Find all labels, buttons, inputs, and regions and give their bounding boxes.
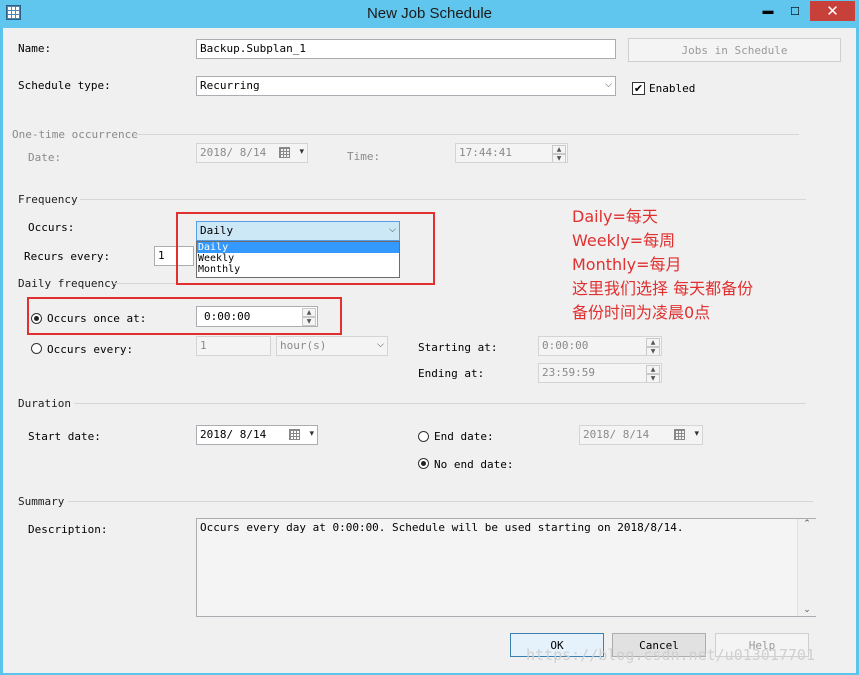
start-date-label: Start date:: [28, 430, 101, 443]
spin-up-icon[interactable]: ▲: [646, 365, 660, 374]
schedule-type-value: Recurring: [200, 79, 260, 92]
spin-down-icon[interactable]: ▼: [552, 154, 566, 162]
occurs-every-radio[interactable]: [31, 343, 42, 354]
frequency-divider: [80, 199, 806, 200]
schedule-type-select[interactable]: Recurring ⌵: [196, 76, 616, 96]
calendar-icon: [674, 429, 685, 440]
ending-at-value: 23:59:59: [542, 366, 595, 379]
spin-buttons[interactable]: ▲ ▼: [646, 365, 660, 382]
one-time-date-picker[interactable]: 2018/ 8/14 ▾: [196, 143, 308, 163]
spin-down-icon[interactable]: ▼: [646, 374, 660, 382]
calendar-icon: [279, 147, 290, 158]
spin-up-icon[interactable]: ▲: [552, 145, 566, 154]
spin-up-icon[interactable]: ▲: [646, 338, 660, 347]
watermark: https://blog.csdn.net/u013017701: [526, 646, 815, 664]
end-date-picker[interactable]: 2018/ 8/14 ▾: [579, 425, 703, 445]
occurs-every-unit-select[interactable]: hour(s) ⌵: [276, 336, 388, 356]
date-label: Date:: [28, 151, 62, 164]
start-date-picker[interactable]: 2018/ 8/14 ▾: [196, 425, 318, 445]
close-button[interactable]: ✕: [810, 1, 855, 21]
annotation-box-occurs: [176, 212, 435, 285]
description-textarea[interactable]: Occurs every day at 0:00:00. Schedule wi…: [196, 518, 816, 617]
enabled-label: Enabled: [649, 82, 696, 95]
no-end-date-radio[interactable]: [418, 458, 429, 469]
annotation-line: Monthly=每月: [572, 255, 682, 274]
end-date-value: 2018/ 8/14: [583, 428, 650, 441]
occurs-every-input[interactable]: 1: [196, 336, 271, 356]
ending-at-spinner[interactable]: 23:59:59 ▲ ▼: [538, 363, 662, 383]
start-date-value: 2018/ 8/14: [200, 428, 267, 441]
chevron-down-icon: ▾: [694, 429, 699, 439]
spin-buttons[interactable]: ▲ ▼: [646, 338, 660, 355]
annotation-text: Daily=每天 Weekly=每周 Monthly=每月 这里我们选择 每天都…: [572, 205, 753, 325]
chevron-down-icon: ⌵: [377, 340, 384, 350]
enabled-checkbox[interactable]: ✔: [632, 82, 645, 95]
chevron-down-icon: ▾: [299, 147, 304, 157]
annotation-line: 这里我们选择 每天都备份: [572, 279, 754, 298]
end-date-radio[interactable]: [418, 431, 429, 442]
annotation-line: Daily=每天: [572, 207, 658, 226]
occurs-every-unit-value: hour(s): [280, 339, 327, 352]
ending-at-label: Ending at:: [418, 367, 485, 380]
description-label: Description:: [28, 523, 108, 536]
calendar-icon: [289, 429, 300, 440]
time-label: Time:: [347, 150, 381, 163]
duration-divider: [74, 403, 806, 404]
starting-at-label: Starting at:: [418, 341, 498, 354]
annotation-line: Weekly=每周: [572, 231, 676, 250]
annotation-box-once-at: [27, 297, 342, 335]
maximize-button[interactable]: ☐: [782, 1, 808, 21]
one-time-divider: [134, 134, 799, 135]
description-scrollbar[interactable]: ⌃ ⌄: [797, 519, 816, 616]
end-date-label: End date:: [434, 430, 494, 443]
window-title: New Job Schedule: [366, 5, 493, 22]
schedule-type-label: Schedule type:: [18, 79, 111, 92]
one-time-time-value: 17:44:41: [459, 146, 512, 159]
description-text: Occurs every day at 0:00:00. Schedule wi…: [200, 521, 684, 534]
spin-buttons[interactable]: ▲ ▼: [552, 145, 566, 162]
chevron-down-icon: ⌵: [605, 80, 612, 90]
one-time-date-value: 2018/ 8/14: [200, 146, 267, 159]
scroll-down-icon[interactable]: ⌄: [798, 605, 816, 615]
occurs-label: Occurs:: [28, 221, 75, 234]
occurs-every-label: Occurs every:: [47, 343, 134, 356]
starting-at-spinner[interactable]: 0:00:00 ▲ ▼: [538, 336, 662, 356]
summary-divider: [68, 501, 813, 502]
annotation-line: 备份时间为凌晨0点: [572, 303, 711, 322]
duration-group-label: Duration: [18, 397, 71, 410]
minimize-button[interactable]: ▬: [756, 1, 780, 21]
name-input[interactable]: Backup.Subplan_1: [196, 39, 616, 59]
daily-frequency-group-label: Daily frequency: [18, 277, 118, 290]
name-label: Name:: [18, 42, 52, 55]
one-time-time-spinner[interactable]: 17:44:41 ▲ ▼: [455, 143, 568, 163]
spin-down-icon[interactable]: ▼: [646, 347, 660, 355]
one-time-group-label: One-time occurrence: [12, 128, 138, 141]
starting-at-value: 0:00:00: [542, 339, 589, 352]
jobs-in-schedule-button[interactable]: Jobs in Schedule: [628, 38, 841, 62]
frequency-group-label: Frequency: [18, 193, 78, 206]
daily-frequency-divider: [114, 283, 176, 284]
scroll-up-icon[interactable]: ⌃: [798, 519, 816, 529]
chevron-down-icon: ▾: [309, 429, 314, 439]
no-end-date-label: No end date:: [434, 458, 514, 471]
recurs-every-label: Recurs every:: [24, 250, 111, 263]
summary-group-label: Summary: [18, 495, 65, 508]
